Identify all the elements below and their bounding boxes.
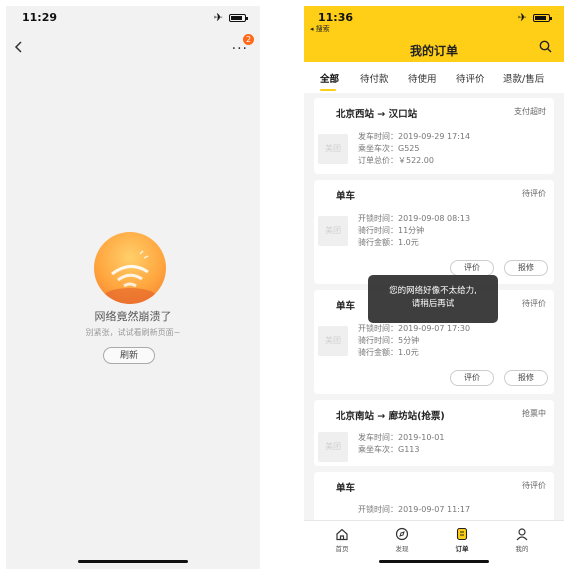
tabbar-home[interactable]: 首页 (322, 527, 362, 553)
order-title: 北京南站 → 廊坊站(抢票) (336, 411, 445, 422)
order-detail-line: 发车时间：2019-10-01 (358, 433, 445, 442)
home-indicator (379, 560, 489, 563)
tabbar-orders[interactable]: 订单 (442, 527, 482, 553)
order-detail-line: 开锁时间：2019-09-07 11:17 (358, 505, 471, 514)
tabbar-label: 发现 (395, 545, 409, 553)
tabbar-profile[interactable]: 我的 (502, 527, 542, 553)
order-status: 待评价 (522, 481, 546, 490)
review-button[interactable]: 评价 (450, 370, 494, 386)
tab-refund[interactable]: 退款/售后 (503, 71, 544, 85)
toast-line: 请稍后再试 (411, 299, 455, 309)
order-detail-line: 乘坐车次：G113 (358, 445, 420, 454)
refresh-button[interactable]: 刷新 (103, 347, 155, 364)
active-tab-indicator (320, 89, 336, 91)
tabbar-label: 首页 (335, 545, 349, 553)
order-icon (456, 527, 468, 541)
status-time: 11:29 (22, 11, 58, 24)
back-arrow-icon[interactable] (12, 40, 26, 54)
status-bar: 11:29 ✈ (6, 6, 260, 28)
report-repair-button[interactable]: 报修 (504, 260, 548, 276)
order-status: 抢票中 (522, 409, 546, 418)
toast-line: 您的网络好像不太给力, (389, 286, 477, 296)
tab-all[interactable]: 全部 (320, 71, 339, 85)
tabbar-label: 我的 (515, 545, 529, 553)
notification-badge: 2 (243, 34, 254, 45)
profile-icon (516, 528, 528, 541)
order-status: 待评价 (522, 189, 546, 198)
error-subtitle: 别紧张，试试看刷新页面~ (85, 328, 181, 337)
tab-to-use[interactable]: 待使用 (408, 71, 437, 85)
order-detail-line: 开锁时间：2019-09-07 17:30 (358, 324, 471, 333)
order-detail-line: 开锁时间：2019-09-08 08:13 (358, 214, 471, 223)
status-time: 11:36 (318, 11, 354, 24)
order-status: 待评价 (522, 299, 546, 308)
more-options-icon[interactable]: ··· (232, 42, 248, 56)
tabbar-discover[interactable]: 发现 (382, 527, 422, 553)
tabbar-label: 订单 (455, 545, 469, 553)
order-thumbnail: 美团 (318, 432, 348, 462)
order-detail-line: 骑行金额：1.0元 (358, 238, 419, 247)
order-title: 单车 (336, 301, 356, 312)
order-thumbnail: 美团 (318, 326, 348, 356)
battery-icon (229, 13, 248, 22)
network-error-toast: 您的网络好像不太给力, 请稍后再试 (368, 275, 498, 323)
order-detail-line: 骑行时间：11分钟 (358, 226, 425, 235)
back-to-app-link[interactable]: ◂ 搜索 (310, 24, 330, 34)
orders-screen: 11:36 ✈ ◂ 搜索 我的订单 全部 待付款 待使用 待评价 退款/售后 北… (304, 6, 564, 569)
search-icon[interactable] (539, 40, 552, 53)
tab-pending-payment[interactable]: 待付款 (360, 71, 389, 85)
review-button[interactable]: 评价 (450, 260, 494, 276)
order-status: 支付超时 (514, 107, 546, 116)
order-thumbnail: 美团 (318, 216, 348, 246)
order-detail-line: 骑行金额：1.0元 (358, 348, 419, 357)
order-detail-line: 订单总价：￥522.00 (358, 156, 434, 165)
order-detail-line: 发车时间：2019-09-29 17:14 (358, 132, 471, 141)
network-error-illustration (94, 232, 166, 304)
order-title: 北京西站 → 汉口站 (336, 109, 418, 120)
order-detail-line: 骑行时间：5分钟 (358, 336, 420, 345)
header: 11:36 ✈ ◂ 搜索 我的订单 (304, 6, 564, 62)
order-card[interactable]: 单车 待评价 美团 开锁时间：2019-09-08 08:13 骑行时间：11分… (314, 180, 554, 284)
page-title: 我的订单 (409, 44, 458, 58)
home-indicator (78, 560, 188, 563)
order-title: 单车 (336, 191, 356, 202)
tab-to-review[interactable]: 待评价 (456, 71, 485, 85)
error-title: 网络竟然崩溃了 (94, 310, 172, 323)
order-tabs: 全部 待付款 待使用 待评价 退款/售后 (304, 62, 564, 93)
airplane-icon: ✈ (517, 11, 527, 24)
order-card[interactable]: 北京南站 → 廊坊站(抢票) 抢票中 美团 发车时间：2019-10-01 乘坐… (314, 400, 554, 466)
battery-icon (533, 13, 552, 22)
order-title: 单车 (336, 483, 356, 494)
compass-icon (395, 527, 409, 541)
airplane-icon: ✈ (213, 11, 223, 24)
order-card[interactable]: 北京西站 → 汉口站 支付超时 美团 发车时间：2019-09-29 17:14… (314, 98, 554, 174)
order-detail-line: 乘坐车次：G525 (358, 144, 420, 153)
report-repair-button[interactable]: 报修 (504, 370, 548, 386)
order-thumbnail: 美团 (318, 134, 348, 164)
error-screen: 11:29 ✈ ··· 2 网络竟然崩溃了 别紧张，试试看刷新页面~ 刷新 (6, 6, 260, 569)
home-icon (336, 528, 348, 541)
